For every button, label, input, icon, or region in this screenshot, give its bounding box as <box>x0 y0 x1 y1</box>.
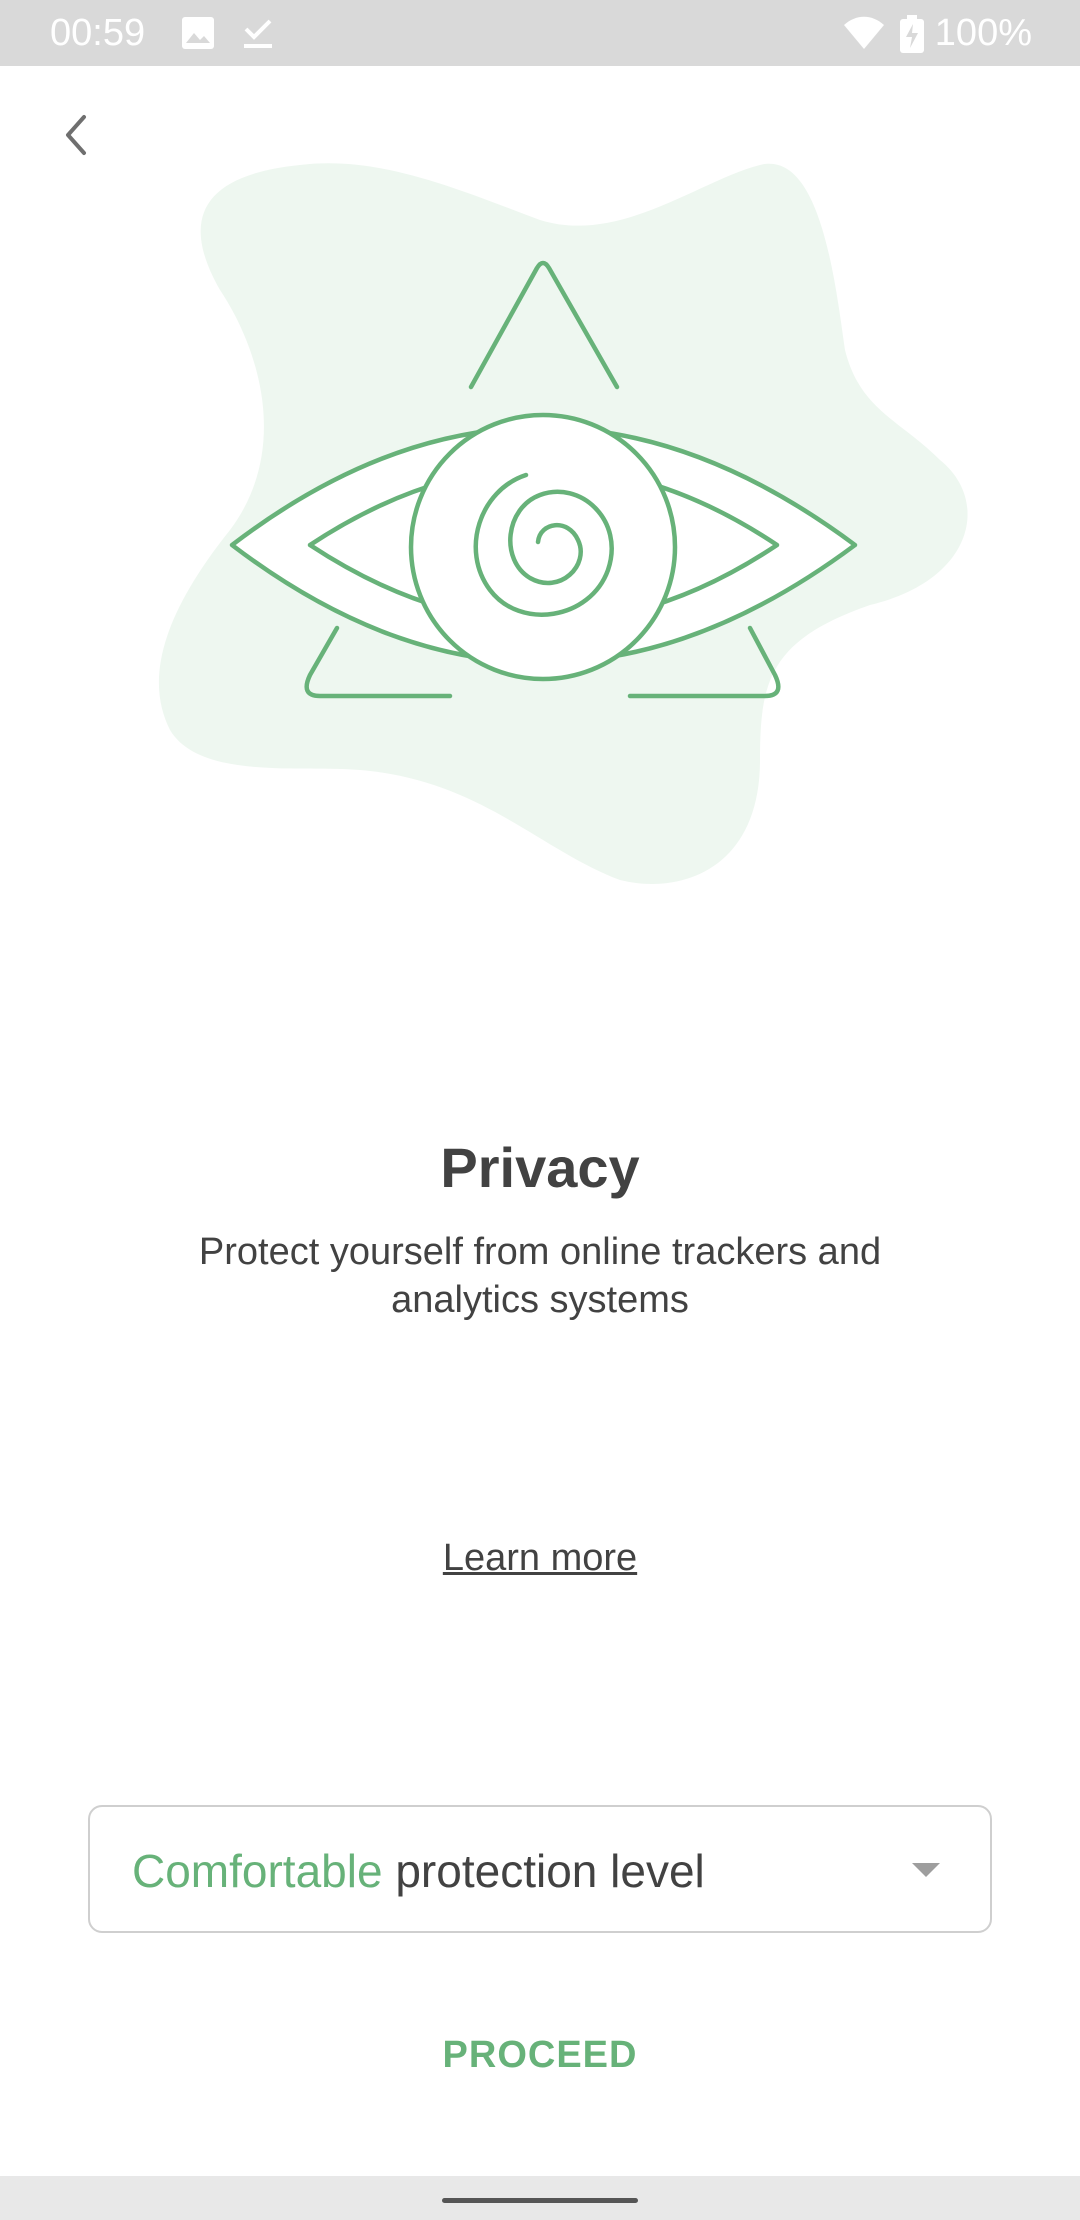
protection-level-dropdown[interactable]: Comfortable protection level <box>88 1805 992 1933</box>
page-subtitle: Protect yourself from online trackers an… <box>198 1231 882 1321</box>
battery-percentage: 100% <box>934 12 1032 54</box>
home-gesture-handle[interactable] <box>442 2198 638 2203</box>
image-icon <box>180 15 216 56</box>
battery-charging-icon <box>900 15 924 58</box>
status-bar: 00:59 100% <box>0 0 1080 66</box>
eye-iris <box>408 412 678 682</box>
dropdown-arrow-icon <box>910 1861 942 1884</box>
proceed-button[interactable]: PROCEED <box>390 2020 690 2090</box>
learn-more-container: Learn more <box>0 1530 1080 1586</box>
status-time: 00:59 <box>50 12 146 54</box>
learn-more-link[interactable]: Learn more <box>443 1537 637 1579</box>
download-done-icon <box>240 15 276 56</box>
privacy-illustration <box>0 150 1080 910</box>
privacy-onboarding-screen: 00:59 100% Privacy Protect yourself from… <box>0 0 1080 2220</box>
protection-level-suffix: protection level <box>395 1845 705 1897</box>
page-title: Privacy <box>440 1136 640 1199</box>
wifi-icon <box>842 15 886 56</box>
protection-level-value: Comfortable <box>132 1845 383 1897</box>
protection-level-text: Comfortable protection level <box>132 1841 705 1901</box>
navigation-bar <box>0 2176 1080 2220</box>
